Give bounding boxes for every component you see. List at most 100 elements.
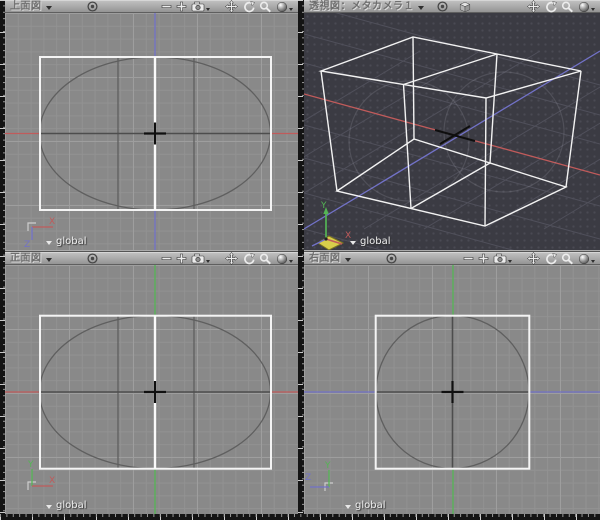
viewport-front-titlebar: 正面図 <box>5 252 298 265</box>
center-view-button[interactable] <box>385 252 398 265</box>
gizmo-y-label: Y <box>320 201 327 211</box>
center-view-button[interactable] <box>86 252 99 265</box>
rotate-view-button[interactable] <box>544 252 557 265</box>
top-view-drawing: X Z <box>5 13 298 250</box>
rotate-icon <box>242 253 255 265</box>
magnifier-icon <box>259 253 272 265</box>
plus-icon <box>176 1 187 12</box>
rotate-view-button[interactable] <box>242 252 255 265</box>
shading-button[interactable] <box>276 252 293 265</box>
pan-button[interactable] <box>225 0 238 13</box>
viewport-right-canvas[interactable]: Y Z global <box>304 265 600 514</box>
view-menu-triangle[interactable] <box>345 258 351 262</box>
camera-dropdown-triangle <box>206 260 210 263</box>
rotate-icon <box>544 1 557 13</box>
shading-sphere-icon <box>276 253 288 265</box>
shading-sphere-icon <box>578 253 590 265</box>
viewport-top-canvas[interactable]: X Z global <box>5 13 298 250</box>
3d-cursor-crosshair <box>144 123 166 145</box>
camera-dropdown-triangle <box>508 260 512 263</box>
magnifier-icon <box>561 1 574 13</box>
viewport-persp-canvas[interactable]: Y X global <box>304 13 600 250</box>
zoom-in-button[interactable] <box>478 252 489 265</box>
shading-sphere-icon <box>276 1 288 13</box>
3d-cursor-crosshair <box>144 381 166 403</box>
zoom-out-button[interactable] <box>161 0 172 13</box>
viewport-right-titlebar: 右面図 <box>304 252 600 265</box>
magnifier-icon <box>259 1 272 13</box>
magnify-button[interactable] <box>259 252 272 265</box>
view-menu-triangle[interactable] <box>46 6 52 10</box>
pan-button[interactable] <box>225 252 238 265</box>
global-dropdown-triangle <box>345 505 351 509</box>
zoom-in-button[interactable] <box>176 0 187 13</box>
minus-icon <box>463 253 474 264</box>
ruler-vertical-left <box>0 0 5 514</box>
viewport-top: 上面図 <box>5 0 298 250</box>
axis-gizmo: Y Z <box>305 461 333 491</box>
shading-button[interactable] <box>276 0 293 13</box>
coordinate-mode-selector[interactable]: global <box>46 500 87 511</box>
gizmo-x-label: X <box>49 476 55 486</box>
3d-cursor-crosshair <box>442 381 464 403</box>
viewport-right: 右面図 <box>304 252 600 514</box>
plus-icon <box>478 253 489 264</box>
front-view-drawing: Y X <box>5 265 298 514</box>
camera-dropdown-triangle <box>206 8 210 11</box>
camera-button[interactable] <box>493 252 512 265</box>
global-dropdown-triangle <box>350 241 356 245</box>
coordinate-mode-selector[interactable]: global <box>350 236 391 247</box>
world-axes <box>5 13 298 250</box>
shading-button[interactable] <box>578 252 595 265</box>
center-view-button[interactable] <box>436 0 449 13</box>
rotate-view-button[interactable] <box>544 0 557 13</box>
viewport-title: 透視図：メタカメラ１ <box>309 1 414 13</box>
coordinate-mode-selector[interactable]: global <box>345 500 386 511</box>
global-label: global <box>355 500 386 511</box>
rotate-icon <box>544 253 557 265</box>
viewport-front-canvas[interactable]: Y X global <box>5 265 298 514</box>
zoom-out-button[interactable] <box>463 252 474 265</box>
viewport-row-divider <box>5 250 298 252</box>
target-icon <box>86 252 99 265</box>
magnifier-icon <box>561 253 574 265</box>
global-label: global <box>360 236 391 247</box>
cube-icon <box>459 1 471 13</box>
magnify-button[interactable] <box>561 0 574 13</box>
magnify-button[interactable] <box>561 252 574 265</box>
rotate-view-button[interactable] <box>242 0 255 13</box>
camera-icon <box>191 253 205 264</box>
shading-button[interactable] <box>578 0 595 13</box>
model-wireframe <box>321 37 581 226</box>
zoom-in-button[interactable] <box>176 252 187 265</box>
shading-dropdown-triangle <box>289 8 293 11</box>
gizmo-x-label: X <box>49 217 55 227</box>
viewport-title: 正面図 <box>10 253 42 265</box>
pan-button[interactable] <box>527 252 540 265</box>
viewport-row-divider <box>304 250 600 252</box>
viewport-perspective: 透視図：メタカメラ１ <box>304 0 600 250</box>
view-menu-triangle[interactable] <box>46 258 52 262</box>
target-icon <box>385 252 398 265</box>
zoom-out-button[interactable] <box>161 252 172 265</box>
axis-gizmo: Y X <box>312 201 351 250</box>
target-icon <box>436 0 449 13</box>
target-icon <box>86 0 99 13</box>
camera-button[interactable] <box>191 0 210 13</box>
pan-button[interactable] <box>527 0 540 13</box>
global-label: global <box>56 500 87 511</box>
object-display-button[interactable] <box>459 0 471 13</box>
global-dropdown-triangle <box>46 241 52 245</box>
coordinate-mode-selector[interactable]: global <box>46 236 87 247</box>
magnify-button[interactable] <box>259 0 272 13</box>
view-menu-triangle[interactable] <box>418 6 424 10</box>
shading-dropdown-triangle <box>591 260 595 263</box>
pan-arrows-icon <box>225 0 238 13</box>
viewport-title: 上面図 <box>10 1 42 13</box>
shading-sphere-icon <box>578 1 590 13</box>
ruler-vertical-middle <box>298 0 304 514</box>
camera-button[interactable] <box>191 252 210 265</box>
center-view-button[interactable] <box>86 0 99 13</box>
shading-dropdown-triangle <box>591 8 595 11</box>
minus-icon <box>161 253 172 264</box>
